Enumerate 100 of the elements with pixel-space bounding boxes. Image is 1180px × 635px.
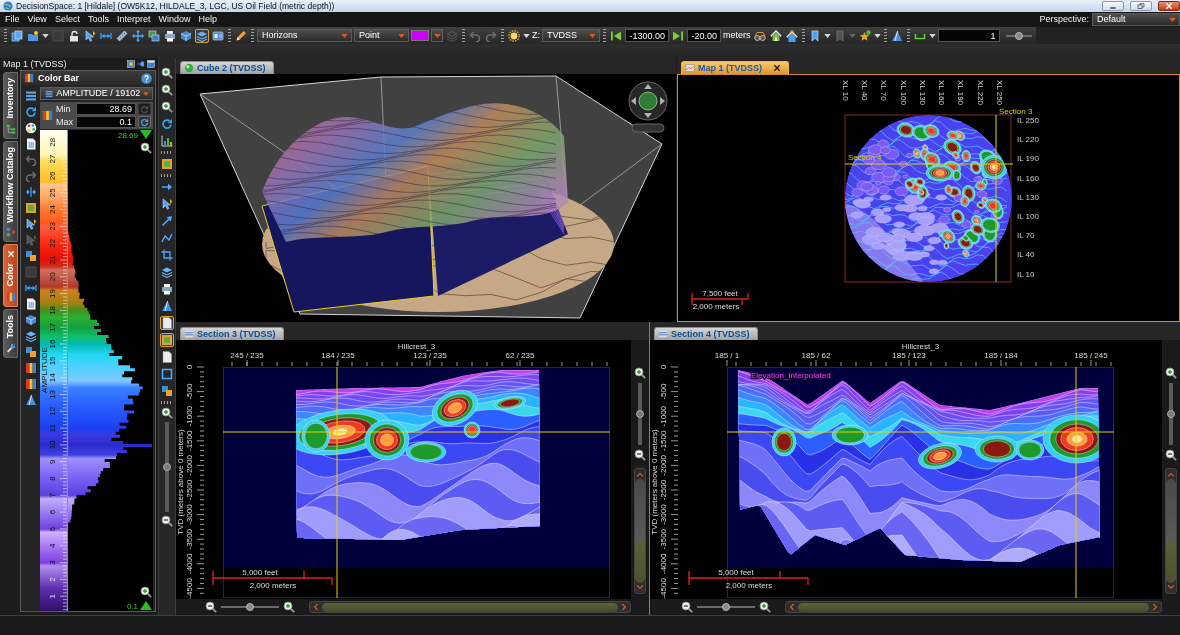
scrollbar-thumb[interactable] — [1166, 478, 1176, 584]
pencil-icon[interactable] — [234, 28, 248, 43]
tiles-icon[interactable] — [23, 345, 38, 359]
zoom-in-icon[interactable] — [161, 407, 173, 419]
palette-icon[interactable] — [23, 121, 38, 135]
dropdown-button[interactable] — [431, 29, 443, 42]
view-tab[interactable]: Section 3 (TVDSS) — [180, 327, 284, 340]
horizontal-scrollbar[interactable] — [309, 601, 631, 613]
folder-icon[interactable] — [26, 28, 40, 43]
page-icon[interactable] — [160, 316, 174, 330]
slider-thumb[interactable] — [1014, 31, 1023, 40]
picture-icon[interactable] — [160, 157, 174, 171]
refresh-icon[interactable] — [160, 117, 174, 131]
zoom-in-icon[interactable] — [634, 367, 646, 379]
color-bars-icon[interactable] — [23, 361, 38, 375]
reset-button[interactable] — [138, 116, 151, 128]
list-icon[interactable] — [23, 89, 38, 103]
menu-item[interactable]: Window — [154, 14, 195, 25]
pointer-icon[interactable] — [23, 217, 38, 231]
pointer-icon[interactable] — [83, 28, 97, 43]
close-icon[interactable] — [773, 64, 781, 72]
zoom-out-icon[interactable] — [205, 601, 217, 613]
navigation-widget[interactable] — [628, 81, 668, 133]
diagonal-arrow-icon[interactable] — [160, 214, 174, 228]
menu-item[interactable]: View — [23, 14, 51, 25]
depth-domain-dropdown[interactable]: TVDSS — [542, 29, 600, 42]
menu-item[interactable]: Help — [194, 14, 221, 25]
zoom-out-icon[interactable] — [161, 515, 173, 527]
caret-icon[interactable] — [42, 33, 49, 38]
maximum-field[interactable]: 0.1 — [76, 116, 136, 128]
pointer-icon[interactable] — [160, 197, 174, 211]
tiles-icon[interactable] — [23, 249, 38, 263]
pin-icon[interactable] — [137, 60, 145, 68]
side-tab[interactable]: Tools — [3, 308, 18, 359]
layer-type-dropdown[interactable]: Horizons — [257, 29, 352, 42]
documents-icon[interactable] — [10, 28, 24, 43]
side-tab[interactable]: Inventory — [3, 72, 18, 139]
color-swatch[interactable] — [411, 30, 429, 41]
lock-icon[interactable] — [67, 28, 81, 43]
menu-item[interactable]: Tools — [83, 14, 113, 25]
attribute-dropdown[interactable]: AMPLITUDE / 19102 — [40, 87, 153, 100]
home-arrow-icon[interactable] — [784, 28, 799, 43]
caret-icon[interactable] — [928, 33, 936, 38]
triangle-marker-icon[interactable] — [140, 130, 152, 139]
triangle-icon[interactable] — [889, 28, 904, 43]
maximize-icon[interactable] — [147, 60, 155, 68]
zoom-in-icon[interactable] — [160, 66, 174, 80]
star-icon[interactable] — [857, 28, 872, 43]
zoom-slider[interactable] — [162, 422, 172, 512]
zoom-in-icon[interactable] — [759, 601, 771, 613]
slider-thumb[interactable] — [163, 463, 171, 471]
menu-item[interactable]: Interpret — [112, 14, 155, 25]
side-tab[interactable]: Color — [3, 244, 18, 307]
zoom-in-icon[interactable] — [1165, 367, 1177, 379]
minimum-field[interactable]: 28.69 — [76, 103, 136, 115]
cube-icon[interactable] — [23, 313, 38, 327]
polyline-icon[interactable] — [160, 231, 174, 245]
zoom-out-icon[interactable] — [1165, 449, 1177, 461]
vertical-scrollbar[interactable] — [1165, 468, 1177, 594]
cube-icon[interactable] — [179, 28, 193, 43]
triangle-marker-icon[interactable] — [140, 601, 152, 610]
slider-thumb[interactable] — [636, 410, 644, 418]
zoom-in-icon[interactable] — [160, 100, 174, 114]
close-button[interactable] — [1158, 1, 1180, 11]
menu-item[interactable]: Select — [50, 14, 84, 25]
step-field[interactable]: -20.00 — [687, 29, 721, 42]
menu-item[interactable]: File — [1, 14, 24, 25]
slider-thumb[interactable] — [722, 603, 730, 611]
perspective-dropdown[interactable]: Default — [1092, 13, 1180, 26]
view-tab[interactable]: Cube 2 (TVDSS) — [180, 61, 274, 74]
side-tab[interactable]: Workflow Catalog — [3, 140, 18, 243]
color-bars-icon[interactable] — [23, 377, 38, 391]
picture-icon[interactable] — [160, 333, 174, 347]
crop-icon[interactable] — [160, 248, 174, 262]
move-icon[interactable] — [131, 28, 145, 43]
triangle-icon[interactable] — [160, 299, 174, 313]
zoom-in-icon[interactable] — [140, 142, 153, 155]
layers-icon[interactable] — [23, 329, 38, 343]
help-icon[interactable] — [141, 72, 152, 84]
printer-icon[interactable] — [163, 28, 177, 43]
layers-icon[interactable] — [195, 28, 209, 43]
card-icon[interactable] — [211, 28, 225, 43]
mode-dropdown[interactable]: Point — [354, 29, 409, 42]
zoom-in-icon[interactable] — [283, 601, 295, 613]
restore-button[interactable] — [1130, 1, 1152, 11]
minimize-button[interactable] — [1102, 1, 1124, 11]
sun-icon[interactable] — [507, 28, 521, 43]
windows-icon[interactable] — [147, 28, 161, 43]
depth-field[interactable]: -1300.00 — [625, 29, 669, 42]
caret-icon[interactable] — [873, 33, 881, 38]
vertical-scrollbar[interactable] — [634, 468, 646, 594]
zoom-out-icon[interactable] — [681, 601, 693, 613]
slider-thumb[interactable] — [246, 603, 254, 611]
picture-icon[interactable] — [23, 201, 38, 215]
ruler-icon[interactable] — [115, 28, 129, 43]
layers-icon[interactable] — [160, 265, 174, 279]
caret-icon[interactable] — [823, 33, 831, 38]
caret-icon[interactable] — [523, 33, 530, 38]
count-field[interactable]: 1 — [937, 29, 1000, 42]
zoom-out-icon[interactable] — [634, 449, 646, 461]
